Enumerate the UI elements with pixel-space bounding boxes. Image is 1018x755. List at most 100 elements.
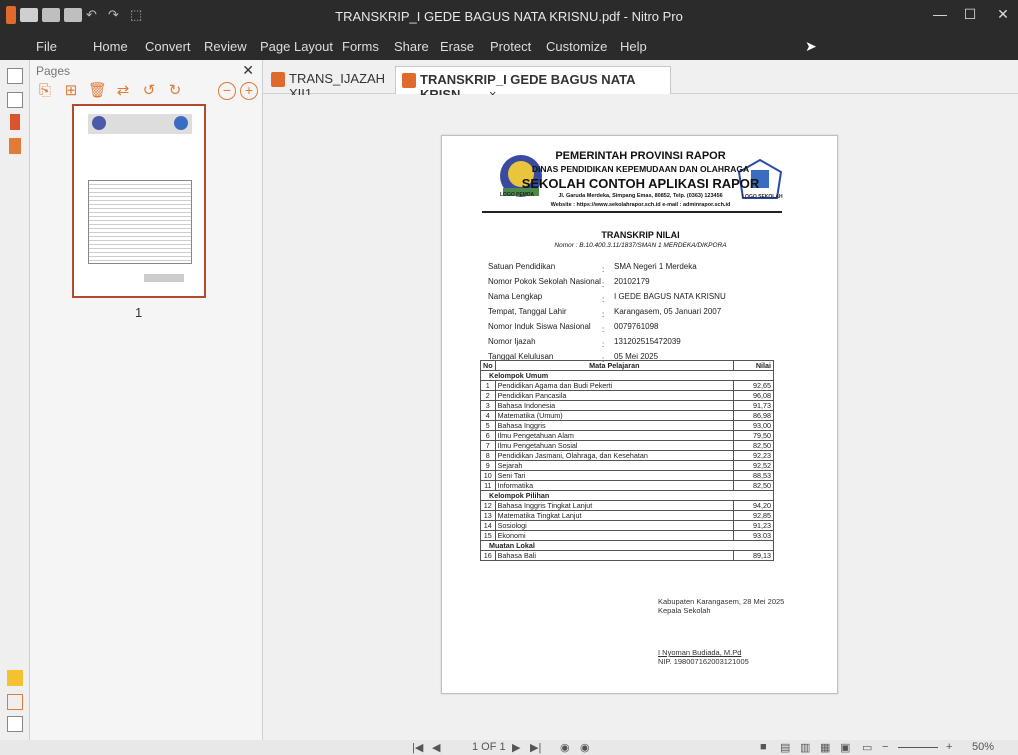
next-page-button[interactable]: ▶ (512, 741, 520, 754)
header-province: PEMERINTAH PROVINSI RAPOR (555, 150, 726, 162)
cell-grade: 86,98 (733, 410, 774, 421)
facing-view-icon[interactable]: ▥ (800, 741, 810, 754)
header-divider (482, 211, 782, 213)
menu-protect[interactable]: Protect (490, 39, 531, 54)
rotate-right-icon[interactable]: ↻ (166, 82, 184, 100)
menu-share[interactable]: Share (394, 39, 429, 54)
cell-grade: 92,23 (733, 450, 774, 461)
group-row: Kelompok Umum (480, 370, 774, 381)
menu-forms[interactable]: Forms (342, 39, 379, 54)
menu-erase[interactable]: Erase (440, 39, 474, 54)
tab-transkrip[interactable]: TRANSKRIP_I GEDE BAGUS NATA KRISN... × (395, 66, 671, 102)
facing-continuous-view-icon[interactable]: ▦ (820, 741, 830, 754)
thumb-signature (144, 274, 184, 282)
table-row: 2 Pendidikan Pancasila 96,08 (480, 390, 774, 401)
menu-home[interactable]: Home (93, 39, 128, 54)
group-row: Muatan Lokal (480, 540, 774, 551)
cell-grade: 93,00 (733, 420, 774, 431)
zoom-in-button[interactable]: + (946, 741, 952, 753)
comments-icon[interactable] (7, 670, 23, 686)
fit-page-icon[interactable]: ▣ (840, 741, 850, 754)
place-date: Kabupaten Karangasem, 28 Mei 2025 (658, 597, 785, 606)
replace-page-icon[interactable]: ⇄ (114, 82, 132, 100)
rotate-left-icon[interactable]: ↺ (140, 82, 158, 100)
close-window-button[interactable]: ✕ (988, 6, 1018, 23)
signatures-icon[interactable] (7, 694, 23, 710)
first-page-button[interactable]: |◀ (412, 741, 423, 754)
grades-table: No Mata Pelajaran Nilai Kelompok Umum 1 Pe… (480, 360, 774, 561)
page-thumbnail[interactable] (72, 104, 206, 298)
menu-help[interactable]: Help (620, 39, 647, 54)
cell-no: 5 (480, 420, 496, 431)
signer-name: I Nyoman Budiada, M.Pd (658, 648, 742, 657)
pages-tools: ⎘ ⊞ 🗑 ⇄ ↺ ↻ (36, 82, 184, 100)
cell-no: 7 (480, 440, 496, 451)
insert-page-icon[interactable]: ⊞ (62, 82, 80, 100)
menu-convert[interactable]: Convert (145, 39, 191, 54)
tab-trans-ijazah[interactable]: TRANS_IJAZAH XII1 (265, 66, 393, 101)
field-label-2: Nomor Pokok Sekolah Nasional (488, 277, 601, 286)
table-row: 10 Seni Tari 88,53 (480, 470, 774, 481)
field-value-5: 0079761098 (614, 322, 659, 331)
menu-page-layout[interactable]: Page Layout (260, 39, 333, 54)
col-subject: Mata Pelajaran (494, 360, 735, 371)
minimize-button[interactable]: — (925, 6, 955, 22)
group-name: Muatan Lokal (480, 540, 774, 551)
prev-page-button[interactable]: ◀ (432, 741, 440, 754)
zoom-level[interactable]: 50% (972, 741, 994, 753)
ribbon-bookmark-icon[interactable] (10, 114, 20, 130)
cell-no: 14 (480, 520, 496, 531)
thumb-table (88, 180, 192, 264)
delete-page-icon[interactable]: 🗑 (88, 82, 107, 100)
page-indicator[interactable]: 1 OF 1 (472, 741, 506, 753)
table-row: 3 Bahasa Indonesia 91,73 (480, 400, 774, 411)
vertical-scrollbar[interactable] (1004, 95, 1018, 740)
cell-no: 2 (480, 390, 496, 401)
output-panel-icon[interactable] (7, 716, 23, 732)
table-row: 13 Matematika Tingkat Lanjut 92,85 (480, 510, 774, 521)
zoom-out-button[interactable]: − (882, 741, 888, 753)
menu-file[interactable]: File (36, 39, 57, 54)
cell-subject: Bahasa Indonesia (494, 400, 735, 411)
pages-panel: Pages ✕ ⎘ ⊞ 🗑 ⇄ ↺ ↻ − + 1 (30, 60, 263, 740)
extract-page-icon[interactable]: ⎘ (36, 82, 54, 100)
status-bar: |◀ ◀ 1 OF 1 ▶ ▶| ◉ ◉ ■ ▤ ▥ ▦ ▣ ▭ − + 50% (0, 740, 1018, 755)
fit-width-icon[interactable]: ▭ (862, 741, 872, 754)
cell-no: 13 (480, 510, 496, 521)
thumb-logo-right (174, 116, 188, 130)
doc-number: Nomor : B.10.400.3.11/1837/SMAN 1 MERDEK… (554, 242, 727, 249)
table-row: 7 Ilmu Pengetahuan Sosial 82,50 (480, 440, 774, 451)
cell-subject: Bahasa Bali (494, 550, 735, 561)
zoom-out-icon[interactable]: − (218, 82, 236, 100)
table-row: 5 Bahasa Inggris 93,00 (480, 420, 774, 431)
continuous-view-icon[interactable]: ▤ (780, 741, 790, 754)
cell-grade: 82,50 (733, 440, 774, 451)
back-view-button[interactable]: ◉ (560, 741, 570, 754)
document-tabs: TRANS_IJAZAH XII1 TRANSKRIP_I GEDE BAGUS… (263, 60, 1018, 102)
window-title: TRANSKRIP_I GEDE BAGUS NATA KRISNU.pdf -… (335, 9, 683, 24)
last-page-button[interactable]: ▶| (530, 741, 541, 754)
maximize-button[interactable]: ☐ (955, 6, 985, 23)
close-panel-icon[interactable]: ✕ (242, 62, 254, 79)
field-colon: ::::::: (602, 265, 605, 364)
zoom-slider[interactable] (898, 747, 938, 748)
thumb-zoom: − + (218, 82, 258, 100)
menu-customize[interactable]: Customize (546, 39, 607, 54)
pages-panel-icon[interactable] (7, 68, 23, 84)
bookmarks-icon[interactable] (7, 92, 23, 108)
single-page-view-icon[interactable]: ■ (760, 741, 767, 753)
forward-view-button[interactable]: ◉ (580, 741, 590, 754)
cell-subject: Seni Tari (494, 470, 735, 481)
cell-grade: 82,50 (733, 480, 774, 491)
menu-review[interactable]: Review (204, 39, 247, 54)
zoom-in-icon[interactable]: + (240, 82, 258, 100)
signer-position: Kepala Sekolah (658, 606, 711, 615)
attachments-icon[interactable] (9, 138, 21, 154)
mouse-cursor-icon: ➤ (805, 38, 817, 54)
col-no: No (480, 360, 496, 371)
cell-no: 6 (480, 430, 496, 441)
header-dinas: DINAS PENDIDIKAN KEPEMUDAAN DAN OLAHRAGA (531, 164, 750, 174)
table-row: 8 Pendidikan Jasmani, Olahraga, dan Keseh… (480, 450, 774, 461)
cell-subject: Ekonomi (494, 530, 735, 541)
cell-no: 16 (480, 550, 496, 561)
